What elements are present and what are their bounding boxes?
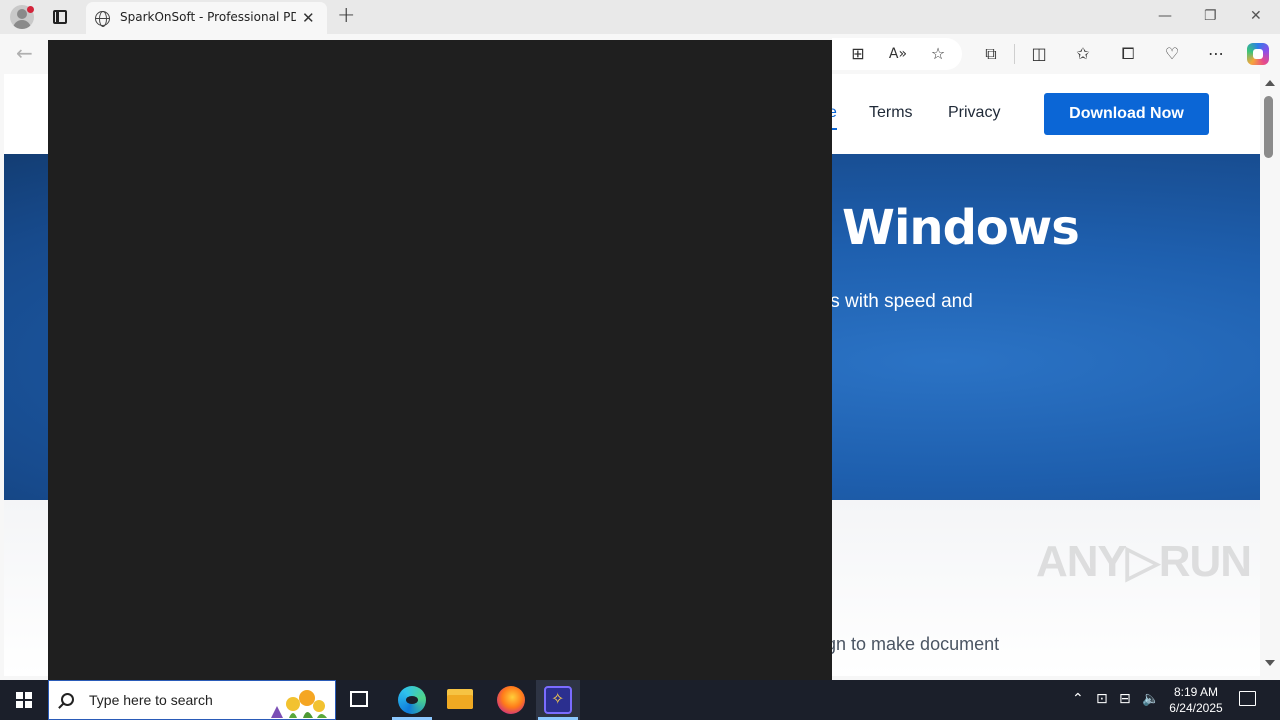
scroll-up-arrow-icon[interactable]: [1265, 80, 1275, 86]
hero-subtitle: ls with speed and: [826, 291, 973, 312]
tab-title: SparkOnSoft - Professional PDF S: [120, 10, 296, 24]
volume-icon[interactable]: 🔈: [1142, 690, 1159, 708]
task-view-icon[interactable]: [350, 691, 368, 707]
address-bar[interactable]: ⊞ A» ☆: [832, 38, 962, 70]
copilot-icon[interactable]: [1247, 43, 1269, 65]
edge-browser-icon[interactable]: [398, 686, 426, 714]
tray-overflow-chevron-icon[interactable]: ⌃: [1072, 690, 1084, 708]
page-scrollbar[interactable]: [1260, 74, 1280, 676]
scroll-down-arrow-icon[interactable]: [1265, 660, 1275, 666]
browser-title-bar: SparkOnSoft - Professional PDF S ✕ + — ❐…: [0, 0, 1280, 34]
active-app-icon[interactable]: [544, 686, 572, 714]
scroll-thumb[interactable]: [1264, 96, 1273, 158]
file-explorer-icon[interactable]: [447, 689, 473, 709]
app-available-icon[interactable]: ⊞: [847, 44, 869, 64]
read-aloud-icon[interactable]: A»: [887, 44, 909, 64]
firefox-icon[interactable]: [497, 686, 525, 714]
browser-tab-active[interactable]: SparkOnSoft - Professional PDF S ✕: [86, 2, 327, 34]
profile-notification-dot: [27, 6, 34, 13]
globe-icon: [95, 11, 110, 27]
window-close-button[interactable]: ✕: [1250, 6, 1262, 26]
favorite-star-icon[interactable]: ☆: [927, 44, 949, 64]
search-icon: [61, 693, 74, 706]
anyrun-watermark-logo: ANY▷RUN: [1036, 537, 1252, 586]
back-arrow-icon[interactable]: ←: [16, 40, 33, 66]
taskbar-search-box[interactable]: Type here to search: [48, 680, 336, 720]
network-icon[interactable]: ⊟: [1119, 690, 1131, 708]
windows-taskbar: Type here to search ⌃ ⊡ ⊟ 🔈 8:19 AM 6/24…: [0, 680, 1280, 720]
more-icon[interactable]: ⋯: [1205, 44, 1227, 64]
search-input[interactable]: Type here to search: [89, 692, 213, 708]
taskbar-clock[interactable]: 8:19 AM 6/24/2025: [1166, 684, 1226, 716]
new-tab-button[interactable]: +: [337, 3, 355, 29]
tab-actions-icon[interactable]: [53, 10, 67, 24]
extensions-icon[interactable]: ⧉: [980, 44, 1002, 64]
favorites-icon[interactable]: ✩: [1072, 44, 1094, 64]
minimize-button[interactable]: —: [1158, 6, 1172, 26]
clock-date: 6/24/2025: [1169, 701, 1223, 715]
nav-link-privacy[interactable]: Privacy: [948, 104, 1000, 122]
clock-time: 8:19 AM: [1173, 685, 1219, 699]
search-highlight-flowers-icon: [271, 690, 327, 718]
features-text: gn to make document: [826, 634, 1000, 654]
nav-link-terms[interactable]: Terms: [869, 104, 913, 122]
browser-essentials-icon[interactable]: ♡: [1161, 44, 1183, 64]
split-screen-icon[interactable]: ◫: [1028, 44, 1050, 64]
toolbar-divider: [1014, 44, 1015, 64]
black-window-overlay[interactable]: [48, 40, 832, 680]
windows-start-icon[interactable]: [16, 692, 32, 708]
download-now-button[interactable]: Download Now: [1044, 93, 1209, 135]
notification-center-icon[interactable]: [1239, 691, 1256, 706]
hero-title: Windows: [842, 200, 1080, 256]
tray-device-icon[interactable]: ⊡: [1096, 690, 1108, 708]
tab-close-icon[interactable]: ✕: [302, 8, 315, 28]
collections-icon[interactable]: ⧠: [1117, 44, 1139, 64]
restore-button[interactable]: ❐: [1204, 6, 1217, 26]
